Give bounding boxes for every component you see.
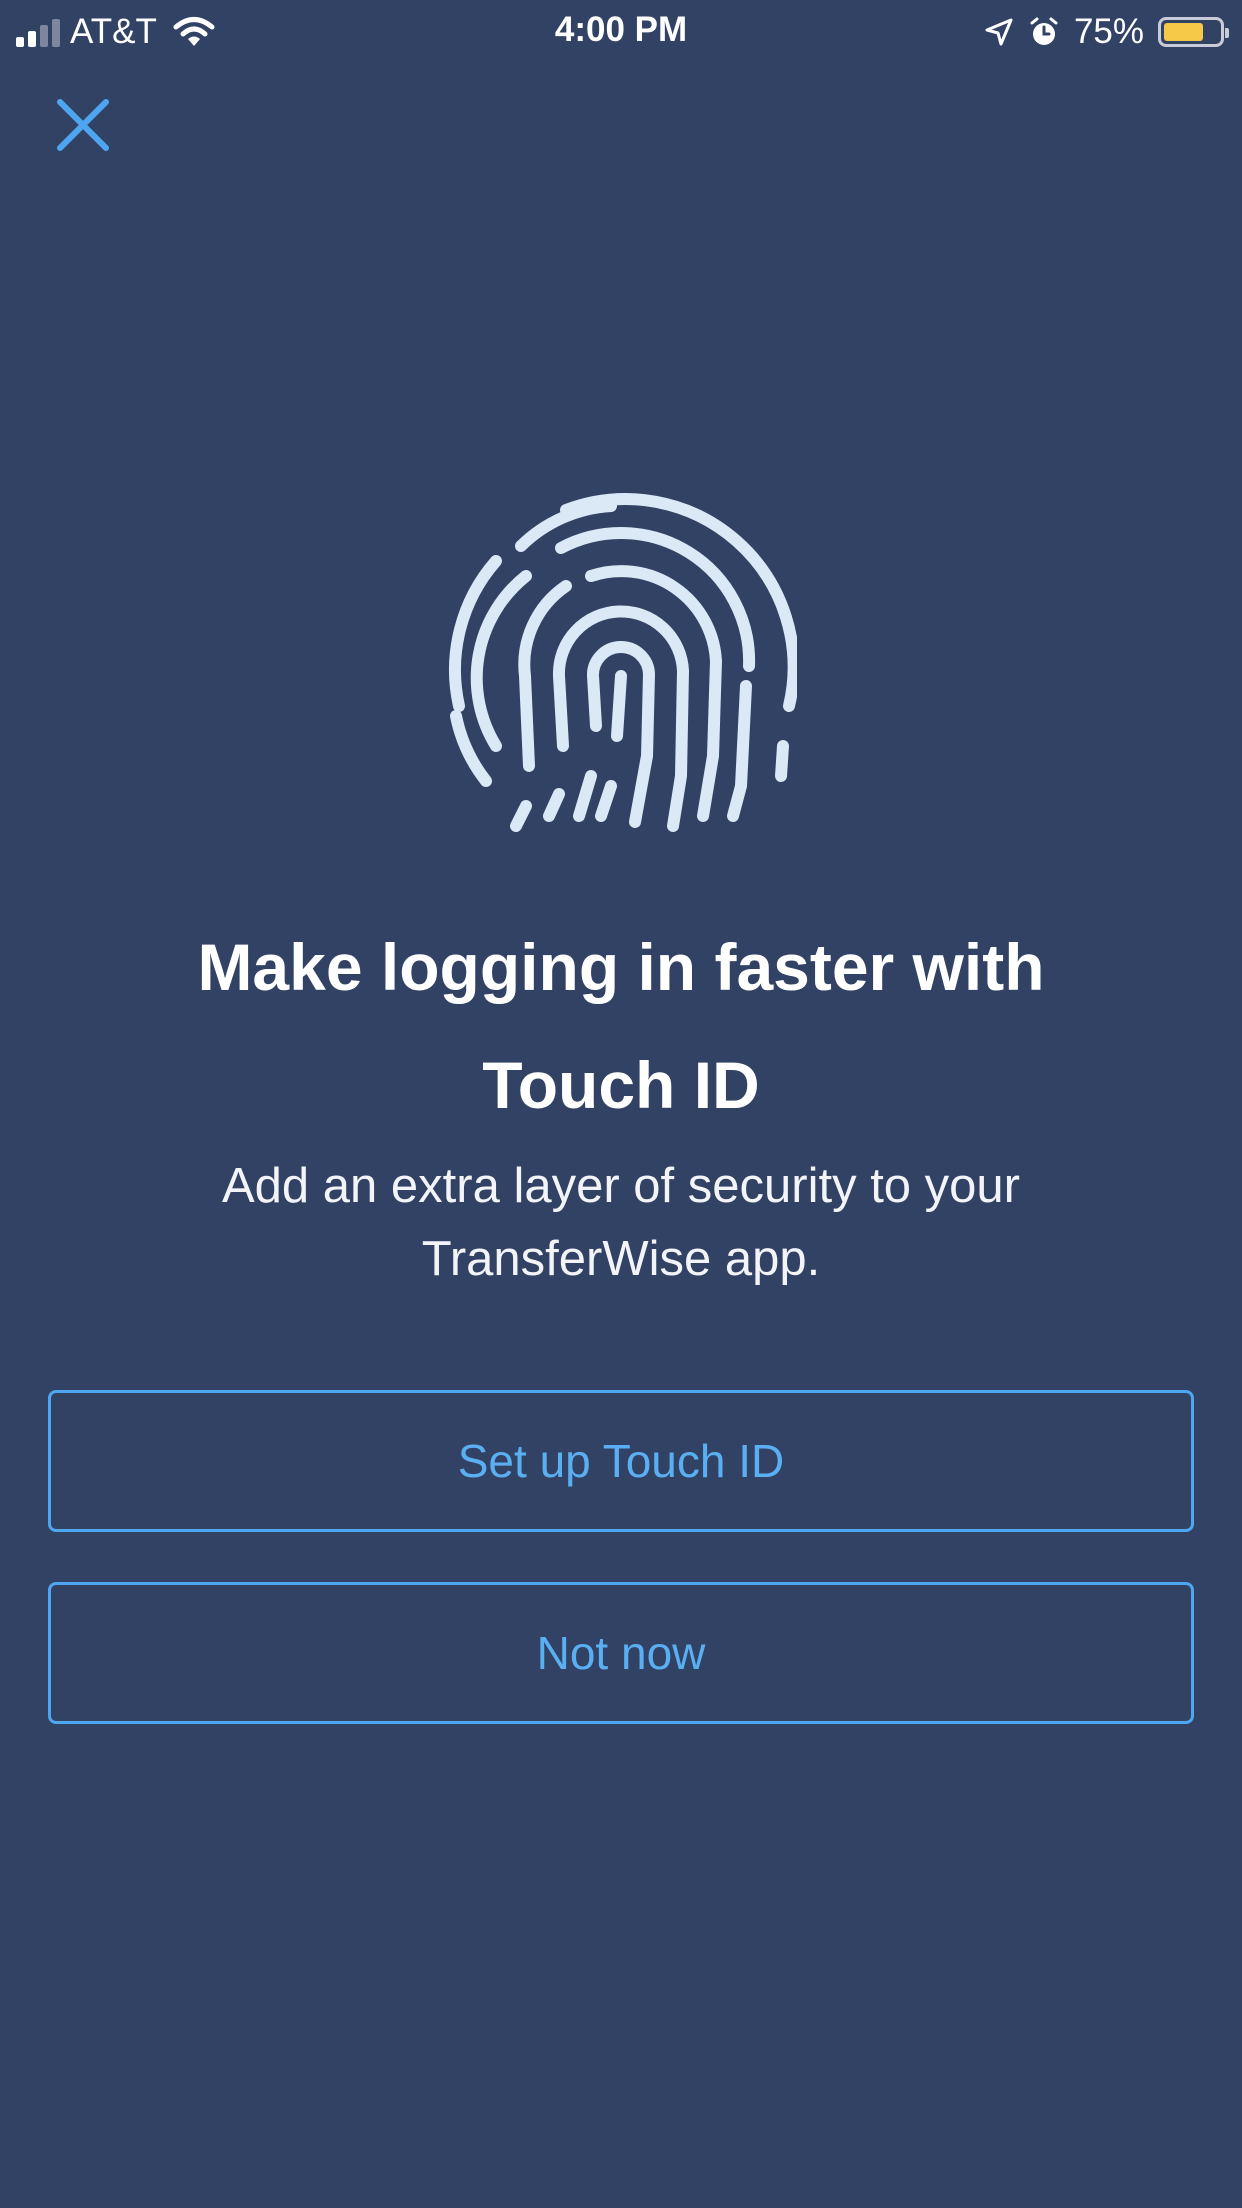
status-right: 75%	[984, 10, 1229, 54]
page-subtitle: Add an extra layer of security to your T…	[222, 1159, 1020, 1286]
battery-icon	[1158, 17, 1229, 47]
alarm-icon	[1030, 17, 1058, 45]
location-arrow-icon	[985, 18, 1013, 46]
page-title: Make logging in faster with Touch ID	[197, 930, 1045, 1122]
status-bar: AT&T 4:00 PM 75%	[0, 0, 1242, 64]
fingerprint-icon	[449, 493, 797, 832]
setup-touch-id-button[interactable]: Set up Touch ID	[48, 1390, 1194, 1532]
battery-level-fill	[1164, 23, 1203, 41]
battery-percent: 75%	[1073, 12, 1144, 51]
not-now-button[interactable]: Not now	[48, 1582, 1194, 1724]
close-icon[interactable]	[50, 92, 118, 160]
